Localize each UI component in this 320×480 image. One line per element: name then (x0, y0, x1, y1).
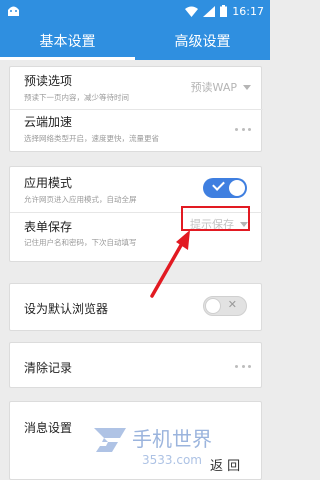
watermark-brand: 手机世界 (132, 427, 212, 451)
back-button[interactable]: 返 回 (210, 455, 240, 474)
tab-bar: 基本设置 高级设置 (0, 22, 270, 60)
settings-card-clear-records: 清除记录 (9, 342, 262, 388)
signal-icon (203, 5, 216, 17)
settings-card-preread: 预读选项 预读下一页内容，减少等待时间 预读WAP 云端加速 选择网络类型开启，… (9, 66, 263, 152)
status-time: 16:17 (232, 4, 264, 18)
cloud-row[interactable]: 云端加速 选择网络类型开启，速度更快，流量更省 (10, 110, 263, 152)
wifi-icon (185, 6, 199, 17)
default-browser-toggle[interactable]: ✕ (203, 296, 247, 316)
cloud-title: 云端加速 (24, 115, 73, 129)
app-mode-row[interactable]: 应用模式 允许网页进入应用模式，自动全屏 (10, 167, 263, 209)
tab-advanced-settings[interactable]: 高级设置 (135, 22, 270, 60)
battery-icon (220, 5, 228, 17)
more-dots-icon[interactable] (235, 128, 251, 132)
active-tab-indicator (0, 57, 135, 60)
app-mode-toggle[interactable] (203, 178, 247, 198)
watermark-logo: 手机世界 3533.com (94, 427, 212, 467)
app-mode-title: 应用模式 (24, 176, 73, 190)
preread-subtitle: 预读下一页内容，减少等待时间 (24, 93, 129, 102)
close-icon: ✕ (227, 298, 237, 311)
default-browser-row[interactable]: 设为默认浏览器 ✕ (10, 284, 263, 332)
clear-records-title: 清除记录 (24, 361, 73, 375)
watermark-url: 3533.com (142, 453, 202, 467)
status-bar: 16:17 (0, 0, 270, 22)
toggle-knob (229, 180, 245, 196)
tab-basic-settings[interactable]: 基本设置 (0, 22, 135, 60)
preread-row[interactable]: 预读选项 预读下一页内容，减少等待时间 预读WAP (10, 67, 263, 109)
clear-records-row[interactable]: 清除记录 (10, 343, 263, 389)
app-mode-subtitle: 允许网页进入应用模式，自动全屏 (24, 195, 137, 204)
preread-value: 预读WAP (190, 81, 237, 94)
dropdown-caret-icon (243, 84, 251, 90)
message-settings-title: 消息设置 (24, 421, 73, 435)
cloud-subtitle: 选择网络类型开启，速度更快，流量更省 (24, 134, 159, 143)
toggle-knob (205, 298, 221, 314)
red-arrow-icon (150, 230, 190, 298)
form-save-subtitle: 记住用户名和密码，下次自动填写 (24, 238, 137, 247)
preread-title: 预读选项 (24, 74, 73, 88)
preread-select[interactable]: 预读WAP (191, 79, 251, 95)
check-icon (212, 178, 225, 191)
default-browser-title: 设为默认浏览器 (24, 302, 109, 316)
android-icon (8, 6, 19, 16)
form-save-title: 表单保存 (24, 220, 73, 234)
settings-card-default-browser: 设为默认浏览器 ✕ (9, 283, 262, 331)
more-dots-icon[interactable] (235, 365, 251, 369)
